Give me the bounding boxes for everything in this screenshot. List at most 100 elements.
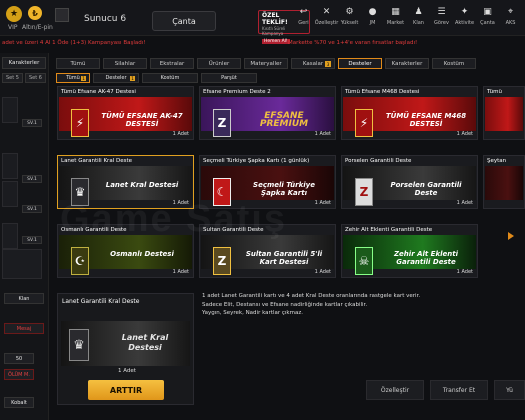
nav-label: Görev — [434, 20, 449, 26]
card-title: Zehir Alt Eklenti Garantili Deste — [345, 227, 433, 233]
card-art-text: Seçmeli Türkiye Şapka Kartı — [253, 181, 315, 197]
item-card[interactable]: Tümü Efsane AK-47 Destesi ⚡ TÜMÜ EFSANE … — [57, 86, 194, 140]
tab-extras[interactable]: Ekstralar — [150, 58, 194, 69]
weapon-slot[interactable] — [2, 223, 18, 249]
bag-icon: ▣ — [483, 7, 492, 17]
tab-costume[interactable]: Kostüm — [432, 58, 476, 69]
weapon-slot[interactable] — [2, 97, 18, 123]
vip-label: VIP — [8, 24, 18, 31]
card-title: Şeytan — [487, 158, 507, 164]
set-tab-6[interactable]: Set 6 — [25, 73, 46, 83]
tab-decks[interactable]: Desteler — [338, 58, 382, 69]
deck-pack-icon: Z — [213, 109, 231, 137]
card-title: Tümü Efsane AK-47 Destesi — [61, 89, 136, 95]
tab-characters[interactable]: Karakterler — [385, 58, 429, 69]
nav-jm[interactable]: ● JM — [361, 6, 384, 26]
gold-coin-icon[interactable]: ₺ — [28, 6, 42, 20]
slot-level: SV.1 — [22, 175, 42, 183]
description-line: 1 adet Lanet Garantili kartı ve 4 adet K… — [202, 293, 421, 299]
item-card[interactable]: Şeytan — [483, 155, 525, 209]
nav-aks[interactable]: ⌖ AKS — [499, 6, 522, 26]
subtab-decks[interactable]: Desteler 1 — [93, 73, 139, 83]
transfer-button[interactable]: Transfer Et — [430, 380, 488, 400]
nav-upgrade[interactable]: ⚙ Yükselt — [338, 6, 361, 26]
upgrade-button[interactable]: Yü — [494, 380, 525, 400]
subtab-costume[interactable]: Kostüm — [142, 73, 198, 83]
clan-button[interactable]: Klan — [4, 293, 44, 304]
card-title: Tümü Efsane M468 Destesi — [345, 89, 420, 95]
back-icon: ↩ — [299, 7, 308, 17]
nav-market[interactable]: ▦ Market — [384, 6, 407, 26]
scroll-right-arrow-icon[interactable] — [508, 232, 514, 240]
nav-clan[interactable]: ♟ Klan — [407, 6, 430, 26]
description-line: Yaygın, Seyrek, Nadir kartlar çıkmaz. — [202, 310, 303, 316]
nav-activity[interactable]: ✦ Aktivite — [453, 6, 476, 26]
avatar[interactable] — [55, 8, 69, 22]
card-quantity: 1 Adet — [172, 131, 189, 137]
card-art: ♛ Lanet Kral Destesi — [59, 166, 192, 206]
weapon-slot[interactable] — [2, 153, 18, 179]
tab-weapons[interactable]: Silahlar — [103, 58, 147, 69]
deck-pack-icon: ☠ — [355, 247, 373, 275]
tab-cases[interactable]: Kasalar 3 — [291, 58, 335, 69]
bag-button[interactable]: Çanta — [152, 11, 216, 31]
marquee-left: adet ve üzeri 4 Al 1 Öde (1+3) Kampanyas… — [2, 40, 146, 46]
kobalt-label: Kobalt — [4, 397, 34, 408]
card-quantity: 1 Adet — [314, 200, 331, 206]
tab-materials[interactable]: Materyaller — [244, 58, 288, 69]
card-art-text: Zehir Alt Eklenti Garantili Deste — [393, 250, 458, 266]
customize-button[interactable]: Özelleştir — [366, 380, 424, 400]
tab-products[interactable]: Ürünler — [197, 58, 241, 69]
nav-label: JM — [369, 20, 376, 26]
slot-level: SV.1 — [22, 205, 42, 213]
item-description: 1 adet Lanet Garantili kartı ve 4 adet K… — [202, 292, 502, 318]
card-art-text: TÜMÜ EFSANE AK-47 DESTESİ — [101, 112, 183, 128]
item-card[interactable]: Efsane Premium Deste 2 Z EFSANE PREMIUM … — [199, 86, 336, 140]
set-tab-5[interactable]: Set 5 — [2, 73, 23, 83]
deck-pack-icon: ☪ — [71, 247, 89, 275]
increase-button[interactable]: ARTTIR — [88, 380, 164, 400]
grenade-slot[interactable] — [2, 249, 42, 279]
watermark-text: Game Satış — [60, 198, 287, 240]
nav-bag[interactable]: ▣ Çanta — [476, 6, 499, 26]
slot-level: SV.1 — [22, 119, 42, 127]
card-quantity: 1 Adet — [314, 131, 331, 137]
card-art: ☠ Zehir Alt Eklenti Garantili Deste — [343, 235, 476, 275]
item-card[interactable]: Tümü Efsane M468 Destesi ⚡ TÜMÜ EFSANE M… — [341, 86, 478, 140]
tab-label: Kasalar — [302, 60, 324, 67]
tab-all[interactable]: Tümü — [56, 58, 100, 69]
count-badge: 1 — [130, 76, 135, 81]
server-name[interactable]: Sunucu 6 — [84, 14, 126, 24]
top-nav: ↩ Geri ✕ Özelleştir ⚙ Yükselt ● JM ▦ Market ♟… — [292, 6, 522, 26]
nav-customize[interactable]: ✕ Özelleştir — [315, 6, 339, 26]
nav-label: Aktivite — [454, 20, 475, 26]
item-card[interactable]: Zehir Alt Eklenti Garantili Deste ☠ Zehi… — [341, 224, 478, 278]
message-button[interactable]: Mesaj — [4, 323, 44, 334]
tab-label: Ürünler — [208, 60, 230, 67]
activity-icon: ✦ — [460, 7, 469, 17]
nav-label: Market — [386, 20, 405, 26]
gold-label: Altın/E-pin — [22, 24, 53, 31]
nav-back[interactable]: ↩ Geri — [292, 6, 315, 26]
marquee-right: Markette %70 ve 1+4'e varan fırsatlar ba… — [288, 40, 418, 46]
subtab-all[interactable]: Tümü 1 — [56, 73, 90, 83]
subtab-label: Kostüm — [160, 75, 180, 81]
card-art-text: Lanet Kral Destesi — [105, 181, 179, 189]
card-art: ⚡ TÜMÜ EFSANE AK-47 DESTESİ — [59, 97, 192, 137]
card-title: Tümü — [487, 89, 502, 95]
card-art-text: TÜMÜ EFSANE M468 DESTESİ — [385, 112, 467, 128]
upgrade-icon: ⚙ — [345, 7, 354, 17]
nav-label: Geri — [298, 20, 309, 26]
weapon-slot[interactable] — [2, 181, 18, 207]
item-card[interactable]: Tümü — [483, 86, 525, 140]
characters-header[interactable]: Karakterler — [2, 57, 46, 69]
points-display: 50 — [4, 353, 34, 364]
tab-label: Ekstralar — [159, 60, 185, 67]
nav-quest[interactable]: ☰ Görev — [430, 6, 453, 26]
subtab-parachute[interactable]: Parşüt — [201, 73, 257, 83]
item-card[interactable]: Porselen Garantili Deste Z Porselen Gara… — [341, 155, 478, 209]
character-panel: Karakterler Set 5 Set 6 SV.1 SV.1 SV.1 S… — [0, 53, 49, 420]
card-art-text: EFSANE PREMIUM — [259, 111, 309, 129]
vip-icon[interactable]: ★ — [6, 6, 22, 22]
detail-art: ♛ Lanet Kral Destesi — [61, 321, 190, 366]
